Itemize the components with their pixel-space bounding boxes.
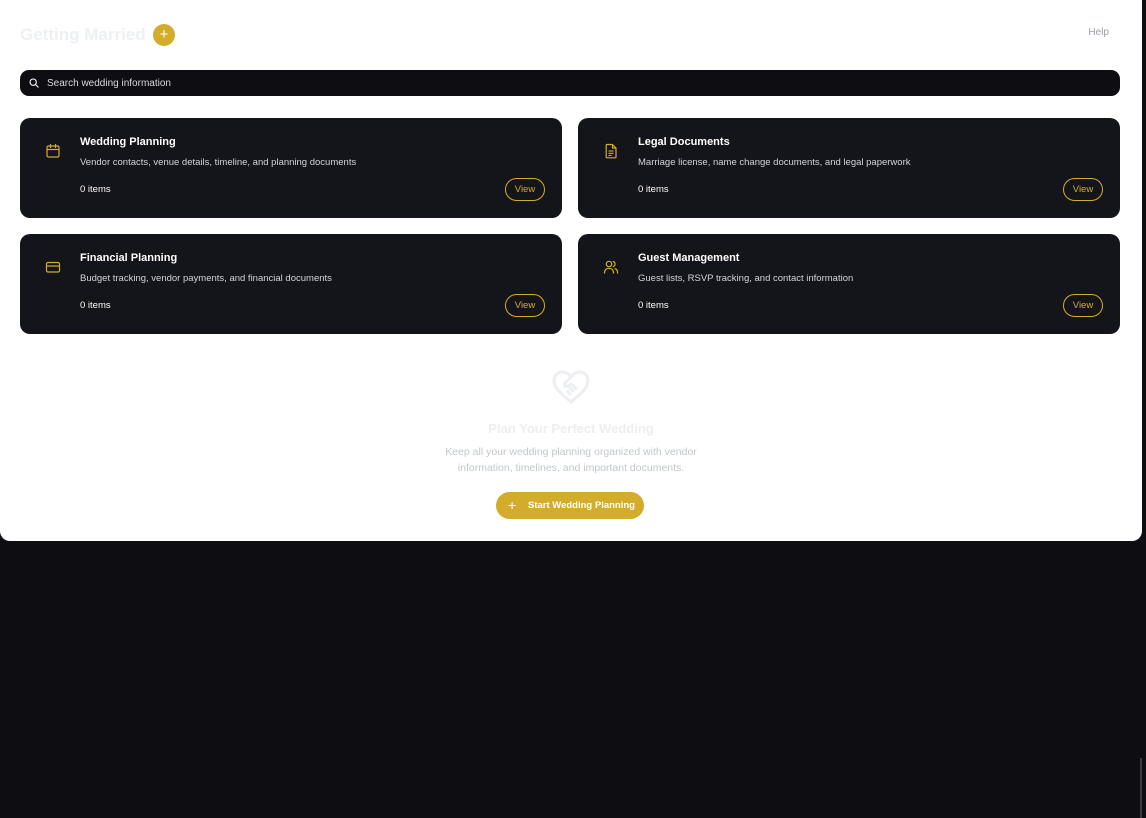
start-wedding-planning-button[interactable]: + Start Wedding Planning [496,492,644,519]
card-description: Vendor contacts, venue details, timeline… [80,157,357,168]
card-title: Guest Management [638,252,740,264]
card-item-count: 0 items [80,184,111,195]
card-description: Guest lists, RSVP tracking, and contact … [638,273,854,284]
category-card-wedding-planning[interactable]: Wedding Planning Vendor contacts, venue … [20,118,562,218]
category-card-financial-planning[interactable]: Financial Planning Budget tracking, vend… [20,234,562,334]
header: Getting Married + Help [20,23,1122,47]
calendar-icon [46,143,60,158]
empty-state-description: Keep all your wedding planning organized… [445,446,697,474]
scrollbar[interactable] [1140,758,1142,818]
view-button[interactable]: View [1063,294,1103,317]
start-button-label: Start Wedding Planning [528,500,635,511]
help-link[interactable]: Help [1088,27,1109,38]
plus-icon: + [508,497,517,513]
card-title: Wedding Planning [80,136,176,148]
add-button[interactable]: + [153,24,175,46]
heart-handshake-icon [552,370,590,404]
search-icon [29,78,39,88]
category-card-guest-management[interactable]: Guest Management Guest lists, RSVP track… [578,234,1120,334]
search-input[interactable] [47,70,1107,96]
search-bar[interactable] [20,70,1120,96]
card-title: Legal Documents [638,136,730,148]
view-button[interactable]: View [505,178,545,201]
card-item-count: 0 items [638,184,669,195]
main-panel: Getting Married + Help Wedding Planning … [0,0,1142,541]
card-item-count: 0 items [80,300,111,311]
card-description: Budget tracking, vendor payments, and fi… [80,273,332,284]
card-description: Marriage license, name change documents,… [638,157,911,168]
empty-state-title: Plan Your Perfect Wedding [488,421,654,436]
document-icon [605,143,617,159]
card-item-count: 0 items [638,300,669,311]
plus-icon: + [159,26,169,43]
card-title: Financial Planning [80,252,178,264]
view-button[interactable]: View [1063,178,1103,201]
view-button[interactable]: View [505,294,545,317]
credit-card-icon [45,261,61,273]
empty-state: Plan Your Perfect Wedding Keep all your … [0,368,1142,474]
category-card-legal-documents[interactable]: Legal Documents Marriage license, name c… [578,118,1120,218]
users-icon [603,260,619,274]
page-title: Getting Married [20,25,146,44]
